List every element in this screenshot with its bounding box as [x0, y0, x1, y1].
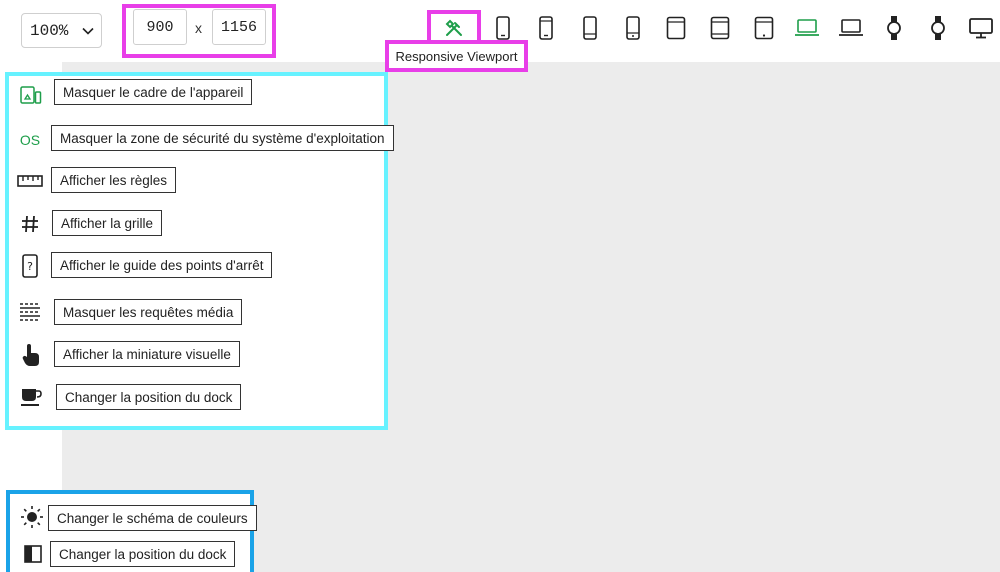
chevron-down-icon: [76, 19, 100, 43]
menu-item-grid[interactable]: Afficher la grille: [52, 210, 163, 236]
responsive-icon[interactable]: [440, 14, 468, 42]
tablet-icon[interactable]: [706, 14, 734, 42]
device-frame-icon[interactable]: [18, 82, 44, 108]
menu-item-breakpoint-guide[interactable]: Afficher le guide des points d'arrêt: [51, 252, 273, 278]
menu-item-os-safe-area[interactable]: Masquer la zone de sécurité du système d…: [51, 125, 394, 151]
phone-icon[interactable]: [619, 14, 647, 42]
height-input[interactable]: 1156: [212, 9, 266, 45]
phone-icon[interactable]: [576, 14, 604, 42]
responsive-viewport-tooltip: Responsive Viewport: [385, 40, 528, 72]
ruler-icon[interactable]: [17, 168, 43, 194]
width-input[interactable]: 900: [133, 9, 187, 45]
menu-item-dock-position[interactable]: Changer la position du dock: [56, 384, 242, 410]
cup-icon[interactable]: [18, 384, 44, 410]
phone-icon[interactable]: [489, 14, 517, 42]
menu-item-media-queries[interactable]: Masquer les requêtes média: [54, 299, 243, 325]
sun-icon[interactable]: [19, 504, 45, 530]
os-icon[interactable]: OS: [17, 127, 43, 153]
os-icon-text: OS: [19, 132, 41, 148]
phone-icon[interactable]: [532, 14, 560, 42]
dimension-separator: x: [195, 20, 202, 36]
zoom-value: 100%: [30, 21, 69, 40]
laptop-icon[interactable]: [837, 14, 865, 42]
laptop-icon[interactable]: [793, 14, 821, 42]
watch-icon[interactable]: [880, 14, 908, 42]
watch-icon[interactable]: [924, 14, 952, 42]
menu-item-dock-position-2[interactable]: Changer la position du dock: [50, 541, 236, 567]
svg-text:?: ?: [27, 260, 33, 273]
dock-panel-icon[interactable]: [20, 541, 46, 567]
media-queries-icon[interactable]: [17, 299, 43, 325]
desktop-icon[interactable]: [967, 14, 995, 42]
tablet-icon[interactable]: [662, 14, 690, 42]
menu-item-device-frame[interactable]: Masquer le cadre de l'appareil: [54, 79, 253, 105]
menu-item-color-scheme[interactable]: Changer le schéma de couleurs: [48, 505, 257, 531]
hand-pointer-icon[interactable]: [18, 342, 44, 368]
grid-icon[interactable]: [17, 211, 43, 237]
breakpoint-guide-icon[interactable]: ?: [17, 253, 43, 279]
menu-item-rulers[interactable]: Afficher les règles: [51, 167, 177, 193]
menu-item-visual-thumbnail[interactable]: Afficher la miniature visuelle: [54, 341, 240, 367]
tablet-icon[interactable]: [750, 14, 778, 42]
zoom-select[interactable]: 100%: [21, 13, 102, 48]
